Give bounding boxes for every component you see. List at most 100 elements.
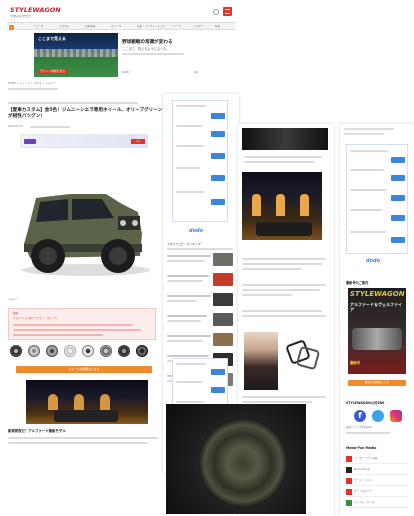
wheel-detail-button[interactable]: ホイールの詳細はこちら — [16, 366, 152, 373]
large-wheel-photo — [166, 404, 306, 514]
ad-title: 野球観戦の常識が変わる — [122, 40, 173, 45]
media-list: モーターファン別冊 Motor-Fan.jp ゲーム・アニメ オートスポーツ ア… — [346, 454, 408, 514]
media-logo-icon — [346, 456, 352, 462]
social-text: 最新ニュースを配信中 — [346, 426, 372, 429]
wheel-thumb[interactable] — [10, 345, 22, 357]
section-headline: 新車発表だ！アルファード最新モデル — [8, 429, 66, 433]
nav-home-icon[interactable] — [9, 24, 14, 30]
ranking-item[interactable] — [167, 332, 235, 350]
banner-badge: ad — [131, 139, 145, 144]
latest-issue-title: 最新号のご案内 — [346, 281, 369, 285]
logo-text: STYLEWAGON — [10, 6, 61, 14]
media-logo-icon — [346, 500, 352, 506]
nav-item-feature[interactable]: 特集 — [215, 25, 220, 28]
night-showroom-image — [26, 380, 148, 424]
twitter-icon[interactable] — [372, 410, 384, 422]
right-box-button[interactable] — [391, 175, 405, 181]
search-icon[interactable] — [213, 9, 219, 15]
ad-badge[interactable]: チケット情報を見る — [38, 69, 68, 74]
article-banner-ad[interactable]: ad — [20, 134, 148, 148]
ranking-item[interactable] — [167, 272, 235, 290]
article-main-image — [10, 152, 156, 294]
ranking-title: スタイワゴン ランキング — [167, 242, 201, 246]
site-logo[interactable]: STYLEWAGON スタイルワゴン — [10, 6, 61, 20]
media-title: Motor-Fan Media — [346, 446, 377, 450]
dodo-logo-right[interactable]: dodo — [366, 258, 380, 264]
ranking-item[interactable] — [167, 292, 235, 310]
nav-item-parts[interactable]: パーツ — [173, 25, 181, 28]
wheel-gallery — [10, 344, 156, 358]
note-box: 関連 ジムニーにも似合うカラー、ホイール — [8, 308, 156, 340]
wheel-thumb[interactable] — [100, 345, 112, 357]
media-item-label: モーターファン別冊 — [354, 457, 378, 460]
sidebar-box-button[interactable] — [211, 175, 225, 181]
model-photo — [244, 332, 278, 390]
ad-footer: DAZN — [122, 71, 130, 74]
media-item-label: アイテム・グッズ — [354, 501, 375, 504]
ranking-item[interactable] — [167, 312, 235, 330]
facebook-icon[interactable]: f — [354, 410, 366, 422]
instagram-icon[interactable] — [390, 410, 402, 422]
media-item[interactable]: アイテム・グッズ — [346, 498, 408, 508]
media-item[interactable]: ゲーム・アニメ — [346, 476, 408, 486]
media-item-label: オートスポーツ — [354, 490, 373, 493]
sidebar-box-button[interactable] — [211, 199, 225, 205]
breadcrumb[interactable]: HOME > ニュース > スズキ > ジムニー — [8, 82, 56, 85]
magazine-title: STYLEWAGON — [350, 290, 405, 298]
wheel-thumb[interactable] — [118, 345, 130, 357]
nav-item-newcar[interactable]: 新車情報 — [85, 25, 95, 28]
ranking-thumb — [213, 253, 233, 266]
ranking-thumb — [213, 333, 233, 346]
logo-subtext: スタイルワゴン — [10, 14, 32, 18]
media-logo-icon — [346, 489, 352, 495]
wheel-thumb[interactable] — [46, 345, 58, 357]
top-ad[interactable]: ここまで見える チケット情報を見る 野球観戦の常識が変わる ここまで、見えるよう… — [34, 33, 220, 77]
right-box-button[interactable] — [391, 157, 405, 163]
ad-desc: ここまで、見えるようになった。 — [122, 47, 170, 51]
menu-button[interactable] — [223, 7, 232, 16]
ranking-thumb — [213, 313, 233, 326]
nav-item-wheel[interactable]: ホイール — [111, 25, 121, 28]
nav-item-impression[interactable]: 試乗・インプレッション — [137, 25, 167, 28]
media-item-label: Motor-Fan.jp — [354, 468, 370, 471]
right-link-box — [346, 144, 408, 254]
magazine-cover[interactable]: STYLEWAGON アルファード＆ヴェルファイア 最新号 — [348, 288, 406, 374]
ranking-thumb — [213, 273, 233, 286]
article-date: 2022.03.15 — [8, 125, 23, 128]
wheel-thumb[interactable] — [136, 345, 148, 357]
media-item[interactable]: オートスポーツ — [346, 487, 408, 497]
sidebar-box-button[interactable] — [211, 153, 225, 159]
right-box-button[interactable] — [391, 195, 405, 201]
nav-item-custom[interactable]: カスタム — [59, 25, 69, 28]
sidebar-link-box — [172, 100, 228, 222]
ranking-item[interactable] — [167, 252, 235, 270]
sidebar-box-button[interactable] — [211, 369, 225, 375]
note-body: ジムニーにも似合うカラー、ホイール — [13, 317, 58, 320]
nav-item-news[interactable]: ニュース — [33, 25, 43, 28]
jimny-car-image — [22, 194, 150, 276]
wheel-thumb[interactable] — [28, 345, 40, 357]
article-title: 【愛車カスタム】金5色！ジムニーシエラ専用ホイール、オリーブグリーンが相性バツグ… — [8, 108, 163, 119]
dodo-logo[interactable]: dodo — [189, 228, 203, 234]
banner-logo-icon — [24, 139, 36, 144]
media-logo-icon — [346, 478, 352, 484]
magazine-subtitle: アルファード＆ヴェルファイア — [350, 302, 402, 312]
brand-tag-image — [284, 338, 324, 374]
night-building-image — [242, 172, 322, 240]
sidebar-box-button[interactable] — [211, 387, 225, 393]
buy-latest-button[interactable]: 最新号の詳細はこちら — [348, 380, 406, 386]
wheel-thumb[interactable] — [64, 345, 76, 357]
right-box-button[interactable] — [391, 237, 405, 243]
media-item[interactable]: モーターファン別冊 — [346, 454, 408, 464]
wheel-strip-image — [242, 128, 328, 150]
buy-latest-label: 最新号の詳細はこちら — [365, 381, 389, 384]
right-column: dodo 最新号のご案内 STYLEWAGON アルファード＆ヴェルファイア 最… — [340, 124, 414, 516]
sidebar-box-button[interactable] — [211, 113, 225, 119]
ad-open-link[interactable]: 開く — [194, 71, 199, 74]
right-box-button[interactable] — [391, 215, 405, 221]
sidebar-box-button[interactable] — [211, 131, 225, 137]
nav-item-after[interactable]: アフター — [193, 25, 203, 28]
note-title: 関連 — [13, 312, 19, 315]
media-item[interactable]: Motor-Fan.jp — [346, 465, 408, 475]
wheel-thumb[interactable] — [82, 345, 94, 357]
